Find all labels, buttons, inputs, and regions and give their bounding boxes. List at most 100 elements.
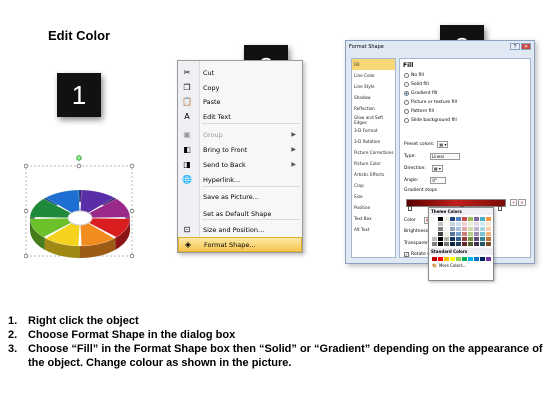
preset-colors-dropdown[interactable]: ▦ ▾ (437, 141, 449, 148)
color-swatch[interactable] (462, 257, 467, 261)
sidebar-item[interactable]: Position (352, 202, 395, 213)
color-swatch[interactable] (486, 232, 491, 236)
color-swatch[interactable] (480, 222, 485, 226)
color-swatch[interactable] (438, 232, 443, 236)
color-swatch[interactable] (468, 217, 473, 221)
menu-item-copy[interactable]: ❐ Copy (178, 80, 302, 95)
sidebar-item[interactable]: Line Color (352, 70, 395, 81)
color-swatch[interactable] (462, 227, 467, 231)
color-swatch[interactable] (468, 257, 473, 261)
selection-handle[interactable] (129, 253, 135, 259)
color-swatch[interactable] (456, 237, 461, 241)
color-swatch[interactable] (468, 222, 473, 226)
selection-handle[interactable] (23, 253, 29, 259)
sidebar-item[interactable]: Reflection (352, 103, 395, 114)
sidebar-item[interactable]: Picture Corrections (352, 147, 395, 158)
color-swatch[interactable] (474, 217, 479, 221)
color-swatch[interactable] (444, 242, 449, 246)
color-swatch[interactable] (486, 227, 491, 231)
color-swatch[interactable] (444, 232, 449, 236)
fill-option-radio[interactable]: Solid fill (404, 82, 429, 87)
menu-item-bring-to-front[interactable]: ◧ Bring to Front ▶ (178, 142, 302, 157)
color-swatch[interactable] (474, 222, 479, 226)
color-swatch[interactable] (438, 227, 443, 231)
color-swatch[interactable] (456, 217, 461, 221)
sidebar-item[interactable]: 3-D Format (352, 125, 395, 136)
sidebar-item[interactable]: Shadow (352, 92, 395, 103)
ring-pie-graphic[interactable] (23, 152, 136, 262)
add-stop-button[interactable]: + (510, 199, 518, 206)
color-swatch[interactable] (444, 237, 449, 241)
color-swatch[interactable] (480, 237, 485, 241)
sidebar-item[interactable]: Fill (352, 59, 395, 70)
color-swatch[interactable] (474, 257, 479, 261)
direction-dropdown[interactable]: ▦ ▾ (431, 165, 443, 172)
color-swatch[interactable] (462, 217, 467, 221)
selection-handle[interactable] (129, 208, 135, 214)
color-swatch[interactable] (462, 237, 467, 241)
color-swatch[interactable] (456, 257, 461, 261)
menu-item-save-as-picture[interactable]: Save as Picture... (178, 189, 302, 204)
color-swatch[interactable] (468, 237, 473, 241)
fill-option-radio[interactable]: Pattern fill (404, 109, 434, 114)
color-swatch[interactable] (486, 237, 491, 241)
sidebar-item[interactable]: Glow and Soft Edges (352, 114, 395, 125)
color-swatch[interactable] (450, 227, 455, 231)
menu-item-send-to-back[interactable]: ◨ Send to Back ▶ (178, 157, 302, 172)
color-swatch[interactable] (438, 257, 443, 261)
menu-item-cut[interactable]: ✂ Cut (178, 65, 302, 80)
color-swatch[interactable] (432, 237, 437, 241)
sidebar-item[interactable]: Size (352, 191, 395, 202)
help-button[interactable]: ? (510, 43, 520, 50)
color-swatch[interactable] (450, 217, 455, 221)
color-swatch[interactable] (486, 242, 491, 246)
color-swatch[interactable] (480, 232, 485, 236)
color-swatch[interactable] (450, 257, 455, 261)
color-swatch[interactable] (432, 217, 437, 221)
color-swatch[interactable] (444, 222, 449, 226)
gradient-stop-handle[interactable] (408, 206, 412, 211)
rotate-checkbox[interactable]: ✓ (404, 252, 409, 257)
color-swatch[interactable] (432, 227, 437, 231)
color-swatch[interactable] (480, 217, 485, 221)
color-swatch[interactable] (462, 232, 467, 236)
color-swatch[interactable] (456, 242, 461, 246)
color-swatch[interactable] (438, 217, 443, 221)
color-swatch[interactable] (468, 227, 473, 231)
fill-option-radio[interactable]: No fill (404, 73, 424, 78)
color-swatch[interactable] (444, 217, 449, 221)
color-swatch[interactable] (438, 242, 443, 246)
color-swatch[interactable] (462, 242, 467, 246)
selection-handle[interactable] (23, 208, 29, 214)
color-swatch[interactable] (450, 242, 455, 246)
sidebar-item[interactable]: Alt Text (352, 224, 395, 235)
menu-item-paste[interactable]: 📋 Paste (178, 94, 302, 109)
gradient-stop-handle[interactable] (498, 206, 502, 211)
color-swatch[interactable] (432, 222, 437, 226)
color-swatch[interactable] (474, 227, 479, 231)
color-swatch[interactable] (432, 232, 437, 236)
color-swatch[interactable] (480, 257, 485, 261)
color-swatch[interactable] (468, 232, 473, 236)
color-swatch[interactable] (444, 257, 449, 261)
sidebar-item[interactable]: Picture Color (352, 158, 395, 169)
color-swatch[interactable] (480, 242, 485, 246)
color-swatch[interactable] (486, 222, 491, 226)
selection-handle[interactable] (129, 163, 135, 169)
menu-item-size-and-position[interactable]: ⊡ Size and Position... (178, 222, 302, 237)
selection-handle[interactable] (76, 163, 82, 169)
color-swatch[interactable] (474, 237, 479, 241)
sidebar-item[interactable]: Text Box (352, 213, 395, 224)
color-swatch[interactable] (432, 242, 437, 246)
sidebar-item[interactable]: Crop (352, 180, 395, 191)
more-colors-item[interactable]: 🎨 More Colors... (429, 263, 493, 268)
menu-item-format-shape[interactable]: ◈ Format Shape... (178, 237, 302, 252)
sidebar-item[interactable]: Artistic Effects (352, 169, 395, 180)
color-swatch[interactable] (462, 222, 467, 226)
remove-stop-button[interactable]: ✕ (518, 199, 526, 206)
color-swatch[interactable] (438, 222, 443, 226)
menu-item-edit-text[interactable]: A Edit Text (178, 109, 302, 124)
color-swatch[interactable] (486, 217, 491, 221)
type-dropdown[interactable]: Linear (429, 153, 460, 160)
angle-input[interactable]: 0° (430, 177, 447, 184)
